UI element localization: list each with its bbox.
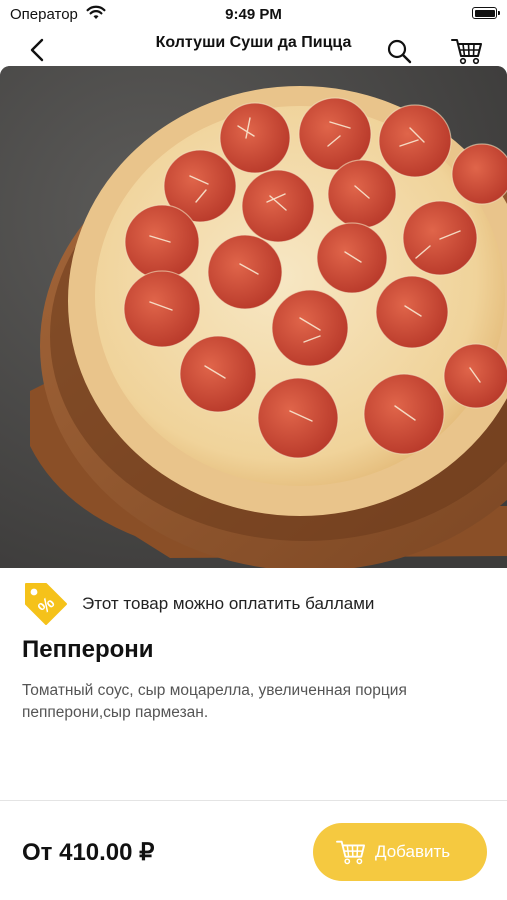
divider xyxy=(0,800,507,801)
add-to-cart-button[interactable]: Добавить xyxy=(313,823,487,881)
nav-bar: Колтуши Суши да Пицца xyxy=(0,28,507,70)
points-payment-note: % Этот товар можно оплатить баллами xyxy=(22,580,492,628)
status-bar: Оператор 9:49 PM xyxy=(0,0,507,28)
points-note-text: Этот товар можно оплатить баллами xyxy=(82,594,375,613)
product-name: Пепперони xyxy=(22,636,154,663)
clock: 9:49 PM xyxy=(225,6,282,23)
cart-icon[interactable] xyxy=(450,36,484,66)
pizza-illustration xyxy=(0,66,507,568)
battery-icon xyxy=(472,7,500,19)
discount-tag-icon: % xyxy=(25,583,67,625)
product-price: От 410.00 ₽ xyxy=(22,839,155,866)
product-description: Томатный соус, сыр моцарелла, увеличенна… xyxy=(22,682,407,721)
product-image xyxy=(0,66,507,568)
cart-icon xyxy=(336,840,365,865)
page-title: Колтуши Суши да Пицца xyxy=(155,34,352,51)
add-button-label: Добавить xyxy=(375,842,451,861)
back-chevron-icon[interactable] xyxy=(24,36,52,64)
search-icon[interactable] xyxy=(386,38,412,64)
